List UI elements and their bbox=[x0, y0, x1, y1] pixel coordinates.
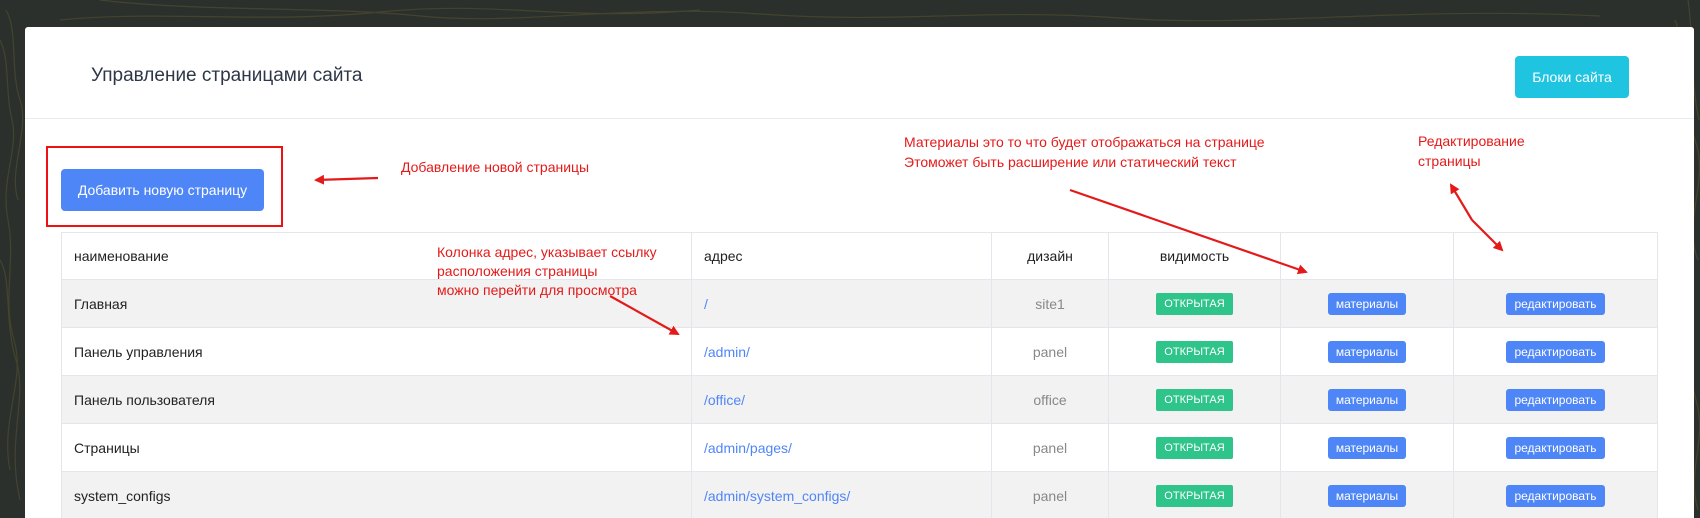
annotation-add-page: Добавление новой страницы bbox=[401, 159, 590, 175]
page-design: panel bbox=[991, 471, 1109, 518]
page-address-link[interactable]: /admin/pages/ bbox=[704, 440, 792, 456]
edit-button[interactable]: редактировать bbox=[1506, 484, 1605, 507]
annotation-materials: Материалы это то что будет отображаться … bbox=[904, 132, 1265, 172]
visibility-badge: ОТКРЫТАЯ bbox=[1156, 340, 1233, 363]
page-name: Страницы bbox=[61, 423, 692, 472]
page-design: panel bbox=[991, 423, 1109, 472]
page-address-link[interactable]: /admin/system_configs/ bbox=[704, 488, 850, 504]
materials-button[interactable]: материалы bbox=[1327, 484, 1407, 507]
annotation-materials-line-2: Этоможет быть расширение или статический… bbox=[904, 154, 1237, 170]
annotation-address-column: Колонка адрес, указывает ссылку располож… bbox=[437, 243, 657, 300]
edit-button[interactable]: редактировать bbox=[1506, 388, 1605, 411]
page-title: Управление страницами сайта bbox=[91, 65, 363, 86]
page-address-link[interactable]: /admin/ bbox=[704, 344, 750, 360]
card-header: Управление страницами сайта Блоки сайта bbox=[25, 27, 1694, 119]
page-design: office bbox=[991, 375, 1109, 424]
visibility-badge: ОТКРЫТАЯ bbox=[1156, 484, 1233, 507]
table-row: Страницы /admin/pages/ panel ОТКРЫТАЯ ма… bbox=[61, 423, 1658, 472]
page-name: Панель управления bbox=[61, 327, 692, 376]
annotation-address-line-1: Колонка адрес, указывает ссылку bbox=[437, 244, 657, 260]
column-header-design: дизайн bbox=[991, 232, 1109, 280]
table-row: Панель пользователя /office/ office ОТКР… bbox=[61, 375, 1658, 424]
table-row: system_configs /admin/system_configs/ pa… bbox=[61, 471, 1658, 518]
annotation-edit-line-2: страницы bbox=[1418, 153, 1481, 169]
annotation-address-line-3: можно перейти для просмотра bbox=[437, 282, 637, 298]
edit-button[interactable]: редактировать bbox=[1506, 340, 1605, 363]
annotation-address-line-2: расположения страницы bbox=[437, 263, 598, 279]
edit-button[interactable]: редактировать bbox=[1506, 436, 1605, 459]
page-design: site1 bbox=[991, 279, 1109, 328]
page-address-link[interactable]: / bbox=[704, 296, 708, 312]
page-name: system_configs bbox=[61, 471, 692, 518]
pages-table: наименование адрес дизайн видимость Глав… bbox=[61, 232, 1658, 518]
column-header-visibility: видимость bbox=[1108, 232, 1281, 280]
materials-button[interactable]: материалы bbox=[1327, 292, 1407, 315]
pages-card: Управление страницами сайта Блоки сайта … bbox=[25, 27, 1694, 518]
annotation-edit: Редактирование страницы bbox=[1418, 131, 1525, 171]
annotation-edit-line-1: Редактирование bbox=[1418, 133, 1525, 149]
visibility-badge: ОТКРЫТАЯ bbox=[1156, 388, 1233, 411]
table-row: Панель управления /admin/ panel ОТКРЫТАЯ… bbox=[61, 327, 1658, 376]
table-header-row: наименование адрес дизайн видимость bbox=[61, 232, 1658, 280]
column-header-address: адрес bbox=[691, 232, 992, 280]
site-blocks-button[interactable]: Блоки сайта bbox=[1515, 56, 1629, 98]
page-name: Панель пользователя bbox=[61, 375, 692, 424]
materials-button[interactable]: материалы bbox=[1327, 388, 1407, 411]
materials-button[interactable]: материалы bbox=[1327, 436, 1407, 459]
column-header-edit bbox=[1453, 232, 1658, 280]
column-header-materials bbox=[1280, 232, 1454, 280]
page-design: panel bbox=[991, 327, 1109, 376]
edit-button[interactable]: редактировать bbox=[1506, 292, 1605, 315]
table-row: Главная / site1 ОТКРЫТАЯ материалы редак… bbox=[61, 279, 1658, 328]
page-address-link[interactable]: /office/ bbox=[704, 392, 745, 408]
visibility-badge: ОТКРЫТАЯ bbox=[1156, 436, 1233, 459]
materials-button[interactable]: материалы bbox=[1327, 340, 1407, 363]
annotation-materials-line-1: Материалы это то что будет отображаться … bbox=[904, 134, 1265, 150]
visibility-badge: ОТКРЫТАЯ bbox=[1156, 292, 1233, 315]
add-page-button[interactable]: Добавить новую страницу bbox=[61, 169, 264, 211]
